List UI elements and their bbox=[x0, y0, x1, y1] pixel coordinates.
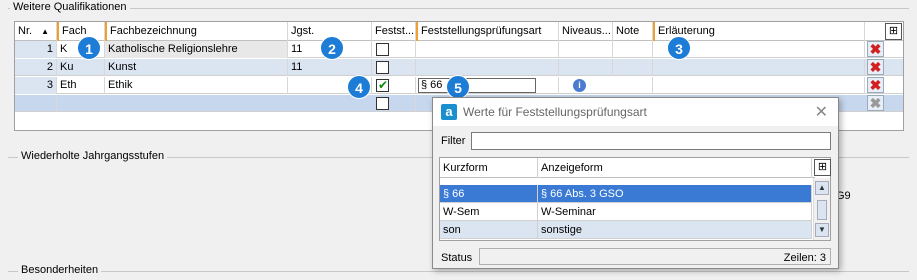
group-border-besonderheiten bbox=[8, 271, 909, 272]
cell-note[interactable] bbox=[613, 59, 653, 76]
scroll-thumb[interactable] bbox=[817, 200, 827, 220]
cell-festst[interactable] bbox=[372, 77, 416, 94]
werte-popup[interactable]: a Werte für Feststellungsprüfungsart ✕ F… bbox=[432, 97, 839, 269]
group-border-weitere bbox=[8, 8, 909, 9]
table-row[interactable]: 2 Ku Kunst 11 bbox=[15, 59, 903, 76]
sort-ascending-icon: ▲ bbox=[41, 27, 50, 36]
cell-note[interactable] bbox=[613, 77, 653, 94]
delete-icon bbox=[867, 95, 884, 111]
callout-marker: 4 bbox=[347, 75, 371, 99]
filter-label: Filter bbox=[441, 135, 466, 147]
cell-erlaeuterung[interactable] bbox=[653, 59, 865, 76]
cell-fachbezeichnung: Ethik bbox=[105, 77, 288, 94]
list-item[interactable]: W-Sem W-Seminar bbox=[440, 203, 812, 221]
cell-festst[interactable] bbox=[372, 95, 416, 112]
cell-art[interactable] bbox=[416, 59, 559, 76]
cell-nr: 2 bbox=[15, 59, 57, 76]
cell-anzeigeform: § 66 Abs. 3 GSO bbox=[538, 185, 812, 203]
werte-list[interactable]: Kurzform Anzeigeform ⊞ § 66 § 66 Abs. 3 … bbox=[439, 157, 831, 241]
table-row[interactable]: 1 K Katholische Religionslehre 11 bbox=[15, 41, 903, 58]
callout-marker: 5 bbox=[446, 75, 470, 99]
cell-kurzform: § 66 bbox=[440, 185, 538, 203]
status-field bbox=[479, 248, 831, 265]
row-count: Zeilen: 3 bbox=[783, 252, 826, 264]
cell-anzeigeform: sonstige bbox=[538, 221, 812, 239]
delete-icon[interactable] bbox=[867, 41, 884, 57]
list-item[interactable]: son sonstige bbox=[440, 221, 812, 239]
cell-kurzform: son bbox=[440, 221, 538, 239]
festst-checkbox[interactable] bbox=[376, 61, 389, 74]
cell-erlaeuterung[interactable] bbox=[653, 77, 865, 94]
cell-fachbezeichnung: Katholische Religionslehre bbox=[105, 41, 288, 58]
list-scrollbar[interactable]: ▲ ▼ bbox=[813, 178, 830, 240]
delete-icon[interactable] bbox=[867, 77, 884, 93]
callout-marker: 3 bbox=[667, 36, 691, 60]
cell-jgst[interactable]: 11 bbox=[288, 59, 372, 76]
popup-body: Filter Kurzform Anzeigeform ⊞ § 66 § 66 … bbox=[433, 126, 838, 268]
cell-festst[interactable] bbox=[372, 59, 416, 76]
festst-checkbox[interactable] bbox=[376, 97, 389, 110]
scroll-down-icon[interactable]: ▼ bbox=[815, 223, 829, 237]
cell-fach[interactable]: Eth bbox=[57, 77, 105, 94]
cell-kurzform: W-Sem bbox=[440, 203, 538, 221]
column-chooser-icon[interactable]: ⊞ bbox=[885, 23, 902, 40]
festst-checkbox[interactable] bbox=[376, 43, 389, 56]
close-icon[interactable]: ✕ bbox=[815, 102, 828, 122]
scroll-up-icon[interactable]: ▲ bbox=[815, 181, 829, 195]
cell-anzeigeform: W-Seminar bbox=[538, 203, 812, 221]
callout-marker: 1 bbox=[77, 36, 101, 60]
list-header: Kurzform Anzeigeform bbox=[440, 158, 815, 178]
festst-checkbox-checked[interactable] bbox=[376, 77, 389, 94]
cell-nr: 3 bbox=[15, 77, 57, 94]
art-input[interactable]: § 66 bbox=[418, 78, 536, 93]
col-feststellungspruefungsart[interactable]: Feststellungsprüfungsart bbox=[416, 22, 559, 41]
cell-festst[interactable] bbox=[372, 41, 416, 58]
cell-art[interactable] bbox=[416, 41, 559, 58]
status-label: Status bbox=[441, 252, 473, 264]
cell-fach[interactable]: Ku bbox=[57, 59, 105, 76]
col-anzeigeform[interactable]: Anzeigeform bbox=[538, 158, 812, 178]
col-kurzform[interactable]: Kurzform bbox=[440, 158, 538, 178]
col-note[interactable]: Note bbox=[613, 22, 653, 41]
cell-art-editor[interactable]: § 66 bbox=[416, 77, 559, 94]
delete-icon[interactable] bbox=[867, 59, 884, 75]
list-item-selected[interactable]: § 66 § 66 Abs. 3 GSO bbox=[440, 185, 812, 203]
group-title-wiederholte: Wiederholte Jahrgangsstufen bbox=[18, 150, 168, 162]
callout-marker: 2 bbox=[320, 36, 344, 60]
cell-niveau[interactable] bbox=[559, 59, 613, 76]
column-chooser-icon[interactable]: ⊞ bbox=[814, 159, 831, 176]
col-fachbezeichnung[interactable]: Fachbezeichnung bbox=[105, 22, 288, 41]
col-nr[interactable]: Nr. ▲ bbox=[15, 22, 57, 41]
group-title-besonderheiten: Besonderheiten bbox=[18, 264, 102, 276]
cell-nr bbox=[15, 95, 57, 112]
popup-title: Werte für Feststellungsprüfungsart bbox=[463, 105, 647, 119]
col-festst[interactable]: Festst... bbox=[372, 22, 416, 41]
cell-niveau[interactable] bbox=[559, 41, 613, 58]
group-title-weitere: Weitere Qualifikationen bbox=[10, 1, 130, 13]
info-icon[interactable]: i bbox=[573, 79, 586, 92]
popup-titlebar: a Werte für Feststellungsprüfungsart ✕ bbox=[433, 98, 838, 126]
col-niveaustufe[interactable]: Niveaus... bbox=[559, 22, 613, 41]
cell-fachbezeichnung: Kunst bbox=[105, 59, 288, 76]
filter-input[interactable] bbox=[471, 132, 831, 150]
cell-note[interactable] bbox=[613, 41, 653, 58]
grid-header: Nr. ▲ Fach Fachbezeichnung Jgst. Festst.… bbox=[15, 22, 903, 41]
app-logo-icon: a bbox=[441, 104, 457, 120]
cell-nr: 1 bbox=[15, 41, 57, 58]
